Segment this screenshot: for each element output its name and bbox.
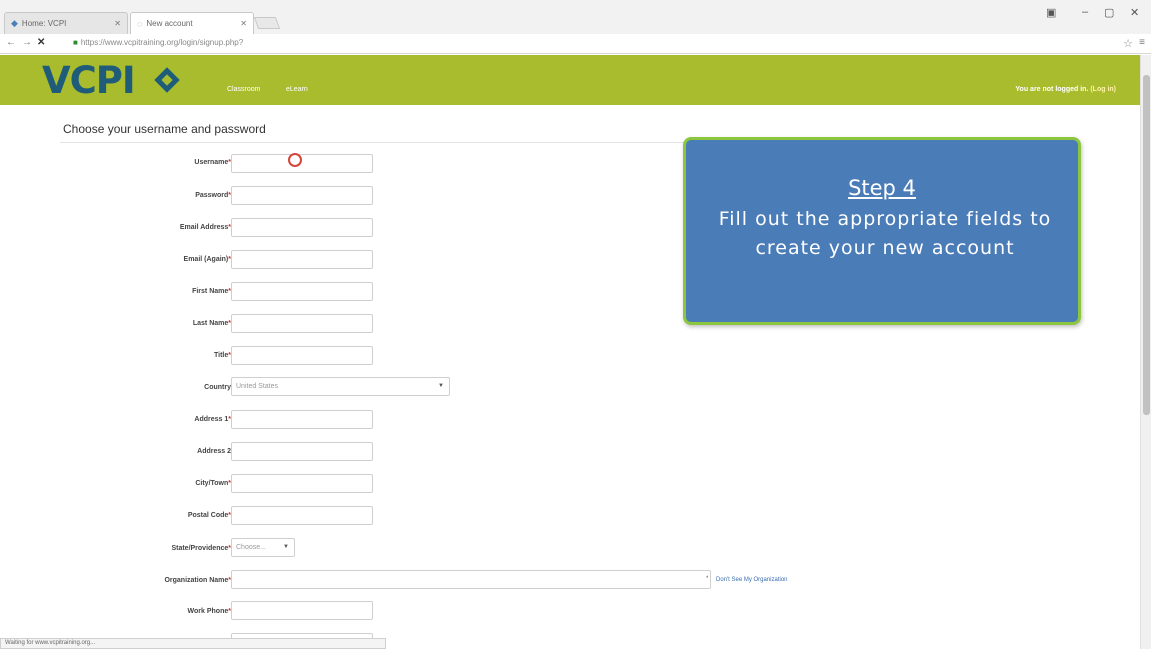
chevron-down-icon: ▼ <box>438 383 444 389</box>
logo-diamond-icon <box>154 67 180 93</box>
new-tab-button[interactable] <box>253 17 281 29</box>
label-postal-code: Postal Code* <box>187 512 231 519</box>
close-tab-icon[interactable]: ✕ <box>240 19 247 28</box>
page-scrollbar[interactable] <box>1140 55 1151 649</box>
back-icon[interactable]: ← <box>6 37 16 48</box>
last-name-input[interactable] <box>231 314 373 333</box>
country-value: United States <box>236 383 279 390</box>
postal-code-input[interactable] <box>231 506 373 525</box>
state-value: Choose... <box>236 544 266 551</box>
label-work-phone: Work Phone* <box>187 608 231 615</box>
login-status: You are not logged in. (Log in) <box>1015 86 1116 93</box>
first-name-input[interactable] <box>231 282 373 301</box>
status-bar: Waiting for www.vcpitraining.org... <box>0 638 386 649</box>
callout-body: Fill out the appropriate fields to creat… <box>718 208 1052 259</box>
step-callout: Step 4 Fill out the appropriate fields t… <box>683 137 1081 325</box>
email-input[interactable] <box>231 218 373 237</box>
label-state: State/Providence* <box>171 545 231 552</box>
login-link[interactable]: (Log in) <box>1090 86 1116 93</box>
label-last-name: Last Name* <box>192 320 231 327</box>
cursor-highlight <box>288 153 302 167</box>
callout-title: Step 4 <box>848 176 916 200</box>
minimize-icon[interactable]: – <box>1082 6 1088 18</box>
user-icon[interactable]: ▣ <box>1046 6 1056 19</box>
work-phone-input[interactable] <box>231 601 373 620</box>
nav-classroom[interactable]: Classroom <box>227 86 260 93</box>
label-username: Username* <box>194 159 231 166</box>
title-input[interactable] <box>231 346 373 365</box>
url-text: https://www.vcpitraining.org/login/signu… <box>80 38 244 47</box>
loading-icon: ◌ <box>137 18 143 29</box>
url-field[interactable]: ■ https://www.vcpitraining.org/login/sign… <box>73 38 243 47</box>
bookmark-star-icon[interactable]: ☆ <box>1123 37 1133 50</box>
country-select[interactable]: United States ▼ <box>231 377 450 396</box>
maximize-icon[interactable]: ▢ <box>1104 6 1114 19</box>
address-1-input[interactable] <box>231 410 373 429</box>
login-status-text: You are not logged in. <box>1015 86 1089 93</box>
site-favicon-icon: ◆ <box>11 18 18 28</box>
label-city: City/Town* <box>195 480 231 487</box>
label-title: Title* <box>214 352 231 359</box>
browser-tabbar: ◆ Home: VCPI ✕ ◌ New account ✕ ▣ – ▢ ✕ <box>0 0 1151 34</box>
city-input[interactable] <box>231 474 373 493</box>
label-password: Password* <box>195 192 231 199</box>
state-select[interactable]: Choose... ▼ <box>231 538 295 557</box>
scrollbar-thumb[interactable] <box>1143 75 1150 415</box>
address-2-input[interactable] <box>231 442 373 461</box>
missing-organization-link[interactable]: Don't See My Organization <box>716 577 788 583</box>
stop-icon[interactable]: ✕ <box>37 37 45 48</box>
tab-label: Home: VCPI <box>21 19 67 28</box>
close-tab-icon[interactable]: ✕ <box>114 19 121 28</box>
site-logo[interactable]: VCPI <box>42 59 136 102</box>
forward-icon[interactable]: → <box>22 37 32 48</box>
username-input[interactable] <box>231 154 373 173</box>
chevron-down-icon: ▼ <box>283 544 289 550</box>
site-header: VCPI Classroom eLearn You are not logged… <box>0 55 1140 105</box>
title-divider <box>60 142 690 143</box>
label-address-2: Address 2 <box>197 448 231 455</box>
tab-label: New account <box>146 19 193 28</box>
tab-home[interactable]: ◆ Home: VCPI ✕ <box>4 12 128 34</box>
lock-icon: ■ <box>73 38 78 47</box>
screen: ◆ Home: VCPI ✕ ◌ New account ✕ ▣ – ▢ ✕ ←… <box>0 0 1151 649</box>
label-email: Email Address* <box>179 224 231 231</box>
label-organization: Organization Name* <box>164 577 231 584</box>
label-first-name: First Name* <box>192 288 231 295</box>
label-country: Country <box>204 384 231 391</box>
close-window-icon[interactable]: ✕ <box>1130 6 1139 19</box>
address-bar: ← → ✕ ■ https://www.vcpitraining.org/logi… <box>0 34 1151 54</box>
label-address-1: Address 1* <box>194 416 231 423</box>
required-marker: * <box>706 576 709 582</box>
organization-select[interactable] <box>231 570 711 589</box>
email-again-input[interactable] <box>231 250 373 269</box>
page-title: Choose your username and password <box>63 122 266 136</box>
nav-elearn[interactable]: eLearn <box>286 86 308 93</box>
tab-new-account[interactable]: ◌ New account ✕ <box>130 12 254 34</box>
label-email-again: Email (Again)* <box>183 256 231 263</box>
menu-icon[interactable]: ≡ <box>1139 37 1145 48</box>
password-input[interactable] <box>231 186 373 205</box>
